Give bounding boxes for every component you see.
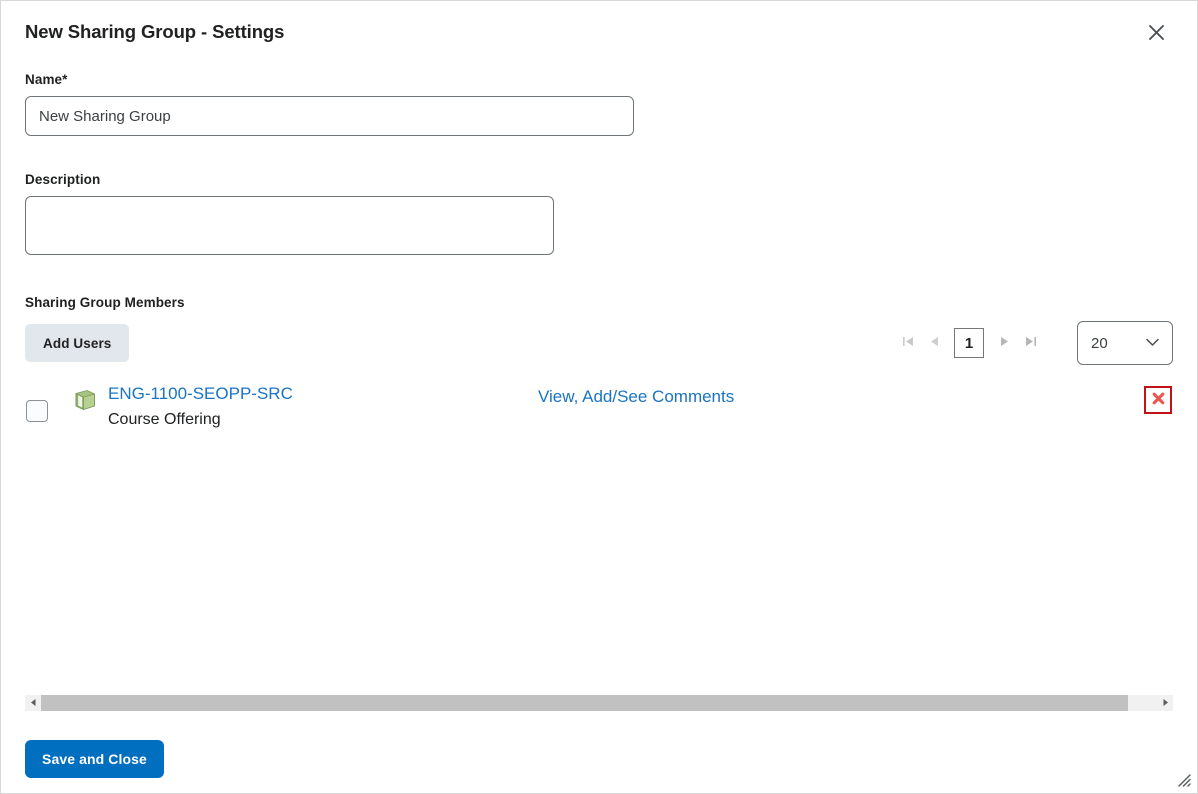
row-select-checkbox[interactable]	[26, 400, 48, 422]
scroll-right-button[interactable]	[1157, 695, 1173, 711]
course-offering-type: Course Offering	[108, 410, 221, 428]
course-book-icon	[73, 389, 97, 416]
name-label: Name*	[25, 72, 1173, 87]
dialog-footer: Save and Close	[1, 725, 1197, 793]
first-page-icon	[902, 335, 915, 351]
delete-x-icon	[1151, 391, 1166, 409]
page-size-select[interactable]: 20	[1077, 321, 1173, 365]
prev-page-icon	[928, 335, 941, 351]
name-field-group: Name*	[25, 63, 1173, 136]
add-users-button[interactable]: Add Users	[25, 324, 130, 362]
description-label: Description	[25, 172, 101, 187]
member-list: ENG-1100-SEOPP-SRC Course Offering View,…	[25, 381, 1173, 437]
close-icon	[1148, 24, 1165, 41]
page-title: New Sharing Group - Settings	[25, 20, 285, 42]
save-and-close-button[interactable]: Save and Close	[25, 740, 164, 778]
table-row: ENG-1100-SEOPP-SRC Course Offering View,…	[25, 381, 1173, 437]
members-toolbar: Add Users 1 20	[25, 321, 1173, 365]
page-size-value: 20	[1091, 334, 1108, 352]
name-input[interactable]	[25, 96, 634, 136]
remove-member-button[interactable]	[1144, 386, 1172, 414]
name-required-marker: *	[62, 72, 68, 87]
pagination-controls: 1	[895, 321, 1043, 365]
scrollbar-thumb[interactable]	[41, 695, 1128, 711]
last-page-icon	[1024, 335, 1037, 351]
horizontal-scrollbar[interactable]	[25, 695, 1173, 711]
scrollbar-track[interactable]	[41, 695, 1157, 711]
triangle-left-icon	[29, 694, 38, 712]
pagination-current-page[interactable]: 1	[954, 328, 984, 358]
members-section-label: Sharing Group Members	[25, 295, 185, 310]
row-text-block: ENG-1100-SEOPP-SRC Course Offering	[108, 382, 293, 431]
sharing-group-settings-dialog: New Sharing Group - Settings Name* Descr…	[0, 0, 1198, 794]
dialog-header: New Sharing Group - Settings	[1, 1, 1197, 63]
scroll-left-button[interactable]	[25, 695, 41, 711]
chevron-down-icon	[1146, 334, 1159, 352]
sharing-group-members-section: Sharing Group Members Add Users 1 20 ENG…	[25, 295, 1173, 437]
next-page-icon	[998, 335, 1011, 351]
description-textarea[interactable]	[25, 196, 554, 255]
resize-grip-icon[interactable]	[1176, 772, 1192, 788]
description-field-group: Description	[25, 172, 1173, 255]
pagination-prev-button[interactable]	[921, 328, 947, 358]
name-label-text: Name	[25, 72, 63, 87]
triangle-right-icon	[1161, 694, 1170, 712]
view-comments-link[interactable]: View, Add/See Comments	[538, 387, 734, 407]
course-offering-link[interactable]: ENG-1100-SEOPP-SRC	[108, 382, 293, 407]
pagination-last-button[interactable]	[1017, 328, 1043, 358]
close-button[interactable]	[1142, 18, 1170, 46]
pagination-next-button[interactable]	[991, 328, 1017, 358]
dialog-body: Name* Description Sharing Group Members …	[1, 63, 1197, 793]
pagination-first-button[interactable]	[895, 328, 921, 358]
